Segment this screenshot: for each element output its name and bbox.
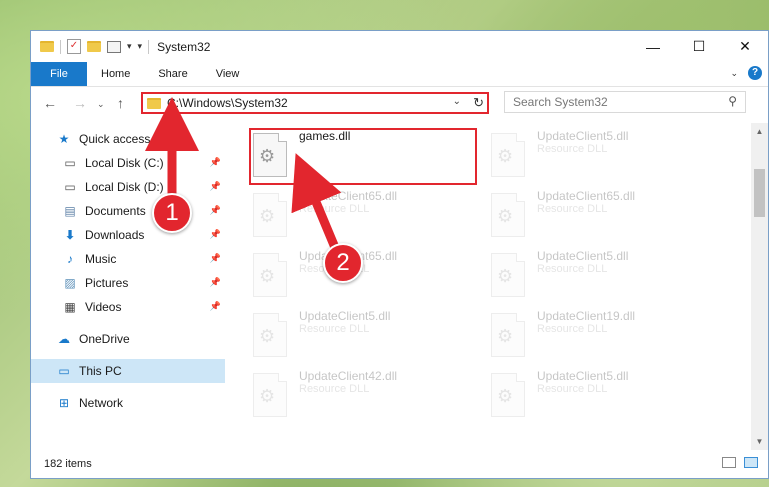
annotation-arrows [145,97,342,252]
step-marker-1: 1 [152,193,192,233]
step-marker-2: 2 [323,243,363,283]
arrow-to-games-dll [291,153,342,252]
